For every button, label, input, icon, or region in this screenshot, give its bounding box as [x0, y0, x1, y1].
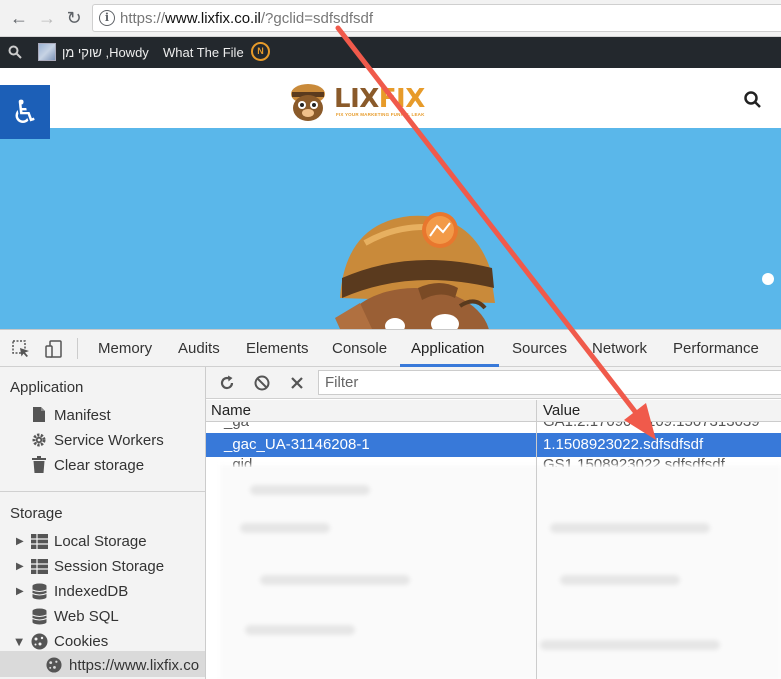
sidebar-header-application: Application	[10, 379, 84, 396]
info-icon[interactable]: i	[99, 10, 115, 26]
tab-sources[interactable]: Sources	[512, 340, 567, 357]
sidebar-item-cookies[interactable]: Cookies	[54, 633, 108, 650]
hero-banner	[0, 128, 781, 329]
tab-console[interactable]: Console	[332, 340, 387, 357]
cookie-icon	[31, 633, 48, 650]
forward-arrow-icon[interactable]: →	[35, 6, 59, 30]
filter-field[interactable]	[318, 370, 781, 395]
cookies-toolbar	[206, 367, 781, 399]
expand-arrow-icon[interactable]: ▶	[16, 586, 24, 597]
tab-memory[interactable]: Memory	[98, 340, 152, 357]
refresh-icon[interactable]	[218, 374, 236, 392]
sidebar-item-service-workers[interactable]: Service Workers	[54, 432, 164, 449]
delete-selected-icon[interactable]	[288, 374, 306, 392]
table-row[interactable]: _ga GA1.2.1709091109.1507313039	[206, 422, 781, 432]
expand-arrow-icon[interactable]: ▶	[16, 536, 24, 547]
expand-arrow-icon[interactable]: ▶	[16, 561, 24, 572]
cookie-name: _ga	[224, 422, 249, 430]
grid-icon	[31, 534, 48, 549]
sidebar-divider	[0, 491, 205, 492]
filter-input[interactable]	[319, 371, 781, 394]
accessibility-icon[interactable]: ♿	[0, 85, 50, 139]
toolbar-separator	[77, 338, 78, 359]
reload-icon[interactable]: ↻	[62, 6, 86, 30]
tab-application[interactable]: Application	[411, 340, 484, 357]
cookie-value: 1.1508923022.sdfsdfsdf	[543, 436, 704, 453]
avatar[interactable]	[38, 43, 56, 61]
column-header-name[interactable]: Name	[211, 402, 251, 419]
tab-elements[interactable]: Elements	[246, 340, 309, 357]
wp-admin-bar: שוקי מן ,Howdy What The File N	[0, 37, 781, 68]
site-logo[interactable]: LIXFIX FIX YOUR MARKETING FUNNEL LEAK	[286, 80, 425, 124]
sidebar-header-storage: Storage	[10, 505, 63, 522]
device-toggle-icon[interactable]	[44, 339, 64, 359]
url-text: https://www.lixfix.co.il/?gclid=sdfsdfsd…	[120, 10, 373, 27]
tab-network[interactable]: Network	[592, 340, 647, 357]
inspect-element-icon[interactable]	[11, 339, 31, 359]
sidebar-item-cookie-origin[interactable]: https://www.lixfix.co	[69, 657, 199, 674]
slider-dot[interactable]	[762, 273, 774, 285]
sidebar-item-session-storage[interactable]: Session Storage	[54, 558, 164, 575]
tab-audits[interactable]: Audits	[178, 340, 220, 357]
collapse-arrow-icon[interactable]: ▶	[13, 639, 24, 647]
gear-icon	[32, 433, 46, 447]
database-icon	[32, 583, 47, 600]
column-divider[interactable]	[536, 400, 537, 679]
mascot-illustration	[335, 212, 495, 329]
sidebar-item-local-storage[interactable]: Local Storage	[54, 533, 147, 550]
admin-search-icon[interactable]	[8, 45, 22, 59]
logo-tagline: FIX YOUR MARKETING FUNNEL LEAK	[336, 112, 425, 117]
manifest-icon	[33, 407, 45, 422]
table-row-selected[interactable]: _gac_UA-31146208-1 1.1508923022.sdfsdfsd…	[206, 433, 781, 457]
mascot-logo-icon	[291, 84, 325, 121]
sidebar-item-clear-storage[interactable]: Clear storage	[54, 457, 144, 474]
trash-icon	[32, 456, 46, 473]
logo-lix: LIX	[334, 84, 379, 114]
grid-icon	[31, 559, 48, 574]
what-the-file-link[interactable]: What The File	[163, 45, 244, 60]
cookies-panel: Name Value _ga GA1.2.1709091109.15073130…	[206, 367, 781, 679]
cookie-icon	[46, 657, 62, 673]
howdy-user[interactable]: שוקי מן ,Howdy	[62, 45, 149, 60]
column-header-value[interactable]: Value	[543, 402, 580, 419]
browser-toolbar: ← → ↻ i https://www.lixfix.co.il/?gclid=…	[0, 0, 781, 37]
cookie-name: _gac_UA-31146208-1	[224, 436, 370, 453]
back-arrow-icon[interactable]: ←	[7, 6, 31, 30]
what-the-file-icon[interactable]: N	[251, 42, 270, 61]
devtools-panel: Memory Audits Elements Console Applicati…	[0, 329, 781, 679]
cookies-table-header: Name Value	[206, 400, 781, 422]
logo-fix: FIX	[378, 84, 425, 114]
url-scheme: https://	[120, 10, 166, 27]
devtools-tab-bar: Memory Audits Elements Console Applicati…	[0, 330, 781, 367]
sidebar-item-web-sql[interactable]: Web SQL	[54, 608, 119, 625]
cookie-value: GA1.2.1709091109.1507313039	[543, 422, 760, 430]
sidebar-item-indexeddb[interactable]: IndexedDB	[54, 583, 128, 600]
address-bar[interactable]: i https://www.lixfix.co.il/?gclid=sdfsdf…	[92, 4, 781, 32]
clear-all-icon[interactable]	[253, 374, 271, 392]
database-icon	[32, 608, 47, 625]
sidebar-item-manifest[interactable]: Manifest	[54, 407, 111, 424]
tab-performance[interactable]: Performance	[673, 340, 759, 357]
site-search-icon[interactable]	[743, 90, 763, 110]
logo-text: LIXFIX	[334, 84, 425, 114]
blurred-rows	[220, 465, 781, 679]
url-path: /?gclid=sdfsdfsdf	[260, 10, 374, 27]
url-host: www.lixfix.co.il	[165, 10, 261, 27]
application-sidebar: Application Manifest Service Workers Cle…	[0, 367, 206, 679]
